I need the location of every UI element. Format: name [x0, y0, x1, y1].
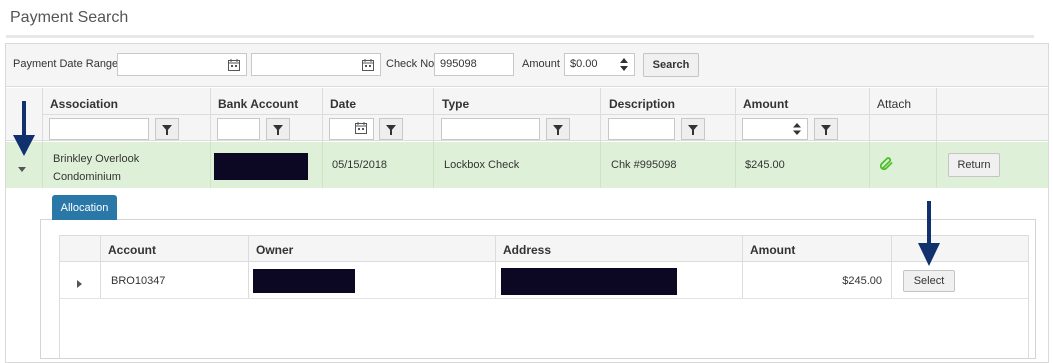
expand-caret-icon[interactable] [18, 162, 26, 176]
filter-icon[interactable] [546, 118, 570, 140]
amount-label: Amount [522, 58, 560, 70]
col-association[interactable]: Association [50, 97, 118, 111]
amount-spinner-icon[interactable] [792, 121, 802, 140]
description-cell: Chk #995098 [611, 159, 677, 171]
col-date[interactable]: Date [330, 97, 356, 111]
amount-spinner-icon[interactable] [619, 56, 629, 73]
amount-cell: $245.00 [745, 159, 785, 171]
type-filter-input[interactable] [441, 118, 540, 140]
bank-account-filter-input[interactable] [217, 118, 260, 140]
calendar-icon[interactable] [221, 54, 247, 75]
page-title: Payment Search [10, 9, 129, 26]
arrow-down-icon [12, 101, 36, 160]
type-cell: Lockbox Check [444, 159, 520, 171]
col-amount[interactable]: Amount [743, 97, 788, 111]
alloc-amount-cell: $245.00 [842, 275, 882, 287]
col-bank-account[interactable]: Bank Account [218, 97, 298, 111]
col-description[interactable]: Description [609, 97, 675, 111]
paperclip-icon[interactable] [879, 157, 894, 174]
address-redacted [501, 268, 677, 295]
association-cell: Brinkley Overlook Condominium [53, 153, 140, 183]
col-alloc-amount[interactable]: Amount [750, 243, 795, 257]
owner-redacted [253, 269, 355, 293]
association-filter-input[interactable] [49, 118, 149, 140]
col-owner[interactable]: Owner [256, 243, 293, 257]
tab-allocation[interactable]: Allocation [52, 195, 117, 220]
col-attach: Attach [877, 97, 912, 111]
select-button[interactable]: Select [903, 270, 955, 292]
account-cell: BRO10347 [111, 275, 166, 287]
col-address[interactable]: Address [503, 243, 551, 257]
bank-account-redacted [214, 153, 308, 180]
filter-icon[interactable] [681, 118, 705, 140]
return-button[interactable]: Return [948, 153, 1000, 177]
col-account[interactable]: Account [108, 243, 156, 257]
title-divider [6, 35, 1034, 38]
date-cell: 05/15/2018 [332, 159, 388, 171]
arrow-down-icon [917, 201, 941, 270]
col-type[interactable]: Type [442, 97, 469, 111]
search-button[interactable]: Search [643, 53, 699, 77]
filter-icon[interactable] [155, 118, 179, 140]
calendar-icon[interactable] [355, 122, 367, 137]
check-no-label: Check No [386, 58, 435, 70]
filter-icon[interactable] [266, 118, 290, 140]
calendar-icon[interactable] [355, 54, 381, 75]
check-no-input[interactable]: 995098 [434, 53, 514, 76]
filter-icon[interactable] [814, 118, 838, 140]
filter-icon[interactable] [379, 118, 403, 140]
date-filter-input[interactable] [329, 118, 374, 140]
description-filter-input[interactable] [608, 118, 675, 140]
allocation-body [59, 299, 1029, 359]
expand-caret-icon[interactable] [77, 277, 83, 291]
date-range-label: Payment Date Range [13, 58, 119, 70]
